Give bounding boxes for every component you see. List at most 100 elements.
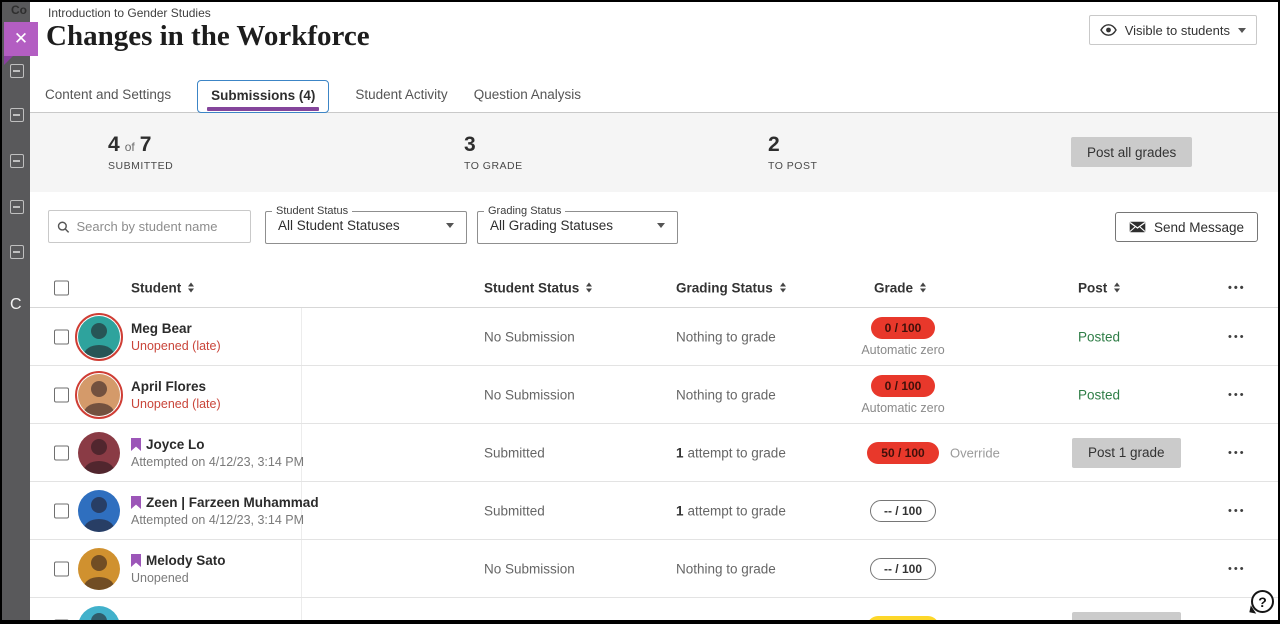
student-status-filter-label: Student Status <box>272 205 352 217</box>
row-checkbox[interactable] <box>54 445 69 460</box>
select-all-checkbox[interactable] <box>54 280 69 295</box>
student-cell[interactable]: Melody Sato Unopened <box>131 553 226 585</box>
student-cell[interactable]: Joyce Lo Attempted on 4/12/23, 3:14 PM <box>131 437 304 469</box>
column-header-post[interactable]: Post <box>1078 280 1120 295</box>
tab-content-and-settings[interactable]: Content and Settings <box>45 79 171 110</box>
close-panel-button[interactable]: ✕ <box>4 22 38 56</box>
calendar-icon[interactable] <box>10 64 24 78</box>
chevron-down-icon <box>446 223 454 228</box>
chevron-down-icon <box>657 223 665 228</box>
student-status-value: No Submission <box>484 561 575 576</box>
grading-status-value: 1attempt to grade <box>676 503 786 518</box>
pencil-icon[interactable] <box>10 200 24 214</box>
student-name: Arden Tuomala <box>131 619 228 620</box>
visibility-dropdown[interactable]: Visible to students <box>1089 15 1257 45</box>
grade-cell: 0 / 100 Automatic zero <box>837 317 969 357</box>
row-options-icon[interactable]: ••• <box>1228 389 1246 401</box>
grading-status-value: Nothing to grade <box>676 387 776 402</box>
row-checkbox[interactable] <box>54 329 69 344</box>
row-checkbox[interactable] <box>54 619 69 620</box>
stat-to-grade: 3 TO GRADE <box>464 133 523 172</box>
grading-status-value: Nothing to grade <box>676 619 776 620</box>
grade-cell: -- / 100 <box>837 500 969 522</box>
student-name: Melody Sato <box>146 553 226 568</box>
submissions-panel: Introduction to Gender Studies Changes i… <box>30 2 1278 620</box>
grading-status-value: Nothing to grade <box>676 561 776 576</box>
course-sidebar: Co C <box>2 2 30 620</box>
table-row: April Flores Unopened (late) No Submissi… <box>30 366 1278 424</box>
table-options-icon[interactable]: ••• <box>1228 282 1246 294</box>
column-header-post-label: Post <box>1078 280 1107 295</box>
column-header-grade-label: Grade <box>874 280 913 295</box>
submitted-total: 7 <box>140 133 152 157</box>
to-post-label: TO POST <box>768 160 817 172</box>
send-message-button[interactable]: Send Message <box>1115 212 1258 242</box>
to-post-count: 2 <box>768 133 780 157</box>
chevron-down-icon <box>1238 28 1246 33</box>
grading-status-filter[interactable]: Grading Status All Grading Statuses <box>477 205 678 244</box>
column-header-student[interactable]: Student <box>131 280 194 295</box>
stat-submitted: 4 of 7 SUBMITTED <box>108 133 173 172</box>
gradebook-icon[interactable] <box>10 154 24 168</box>
table-row: Zeen | Farzeen Muhammad Attempted on 4/1… <box>30 482 1278 540</box>
row-checkbox[interactable] <box>54 387 69 402</box>
student-status-filter[interactable]: Student Status All Student Statuses <box>265 205 467 244</box>
sort-icon <box>188 283 194 293</box>
post-grade-button[interactable]: Post 1 grade <box>1072 438 1181 468</box>
posted-status: Posted <box>1078 387 1120 402</box>
tab-question-analysis[interactable]: Question Analysis <box>474 79 581 110</box>
sort-icon <box>920 283 926 293</box>
help-button[interactable]: ? <box>1251 590 1274 613</box>
calculator-icon[interactable] <box>10 108 24 122</box>
grade-pill[interactable]: -- / 100 <box>870 500 936 522</box>
grading-status-value: 1attempt to grade <box>676 445 786 460</box>
sidebar-clipped-text: Co <box>11 3 27 17</box>
student-status-value: No Submission <box>484 387 575 402</box>
grade-cell: 70 / 100 <box>837 616 969 621</box>
tab-submissions[interactable]: Submissions (4) <box>197 80 329 113</box>
column-header-student-status[interactable]: Student Status <box>484 280 592 295</box>
table-row: Arden Tuomala Submitted Nothing to grade… <box>30 598 1278 620</box>
search-input[interactable] <box>77 219 242 234</box>
grade-note: Automatic zero <box>861 401 944 415</box>
submitted-of: of <box>125 140 135 154</box>
student-name: Joyce Lo <box>146 437 205 452</box>
tab-bar: Content and Settings Submissions (4) Stu… <box>30 77 1278 113</box>
stats-bar: 4 of 7 SUBMITTED 3 TO GRADE 2 TO POST Po… <box>30 113 1278 192</box>
student-cell[interactable]: Zeen | Farzeen Muhammad Attempted on 4/1… <box>131 495 319 527</box>
column-header-grading-status-label: Grading Status <box>676 280 773 295</box>
printer-icon[interactable] <box>10 245 24 259</box>
sidebar-clipped-letter: C <box>10 296 22 314</box>
grade-pill[interactable]: 50 / 100 <box>867 442 938 464</box>
grade-pill[interactable]: 0 / 100 <box>871 375 936 397</box>
grade-pill[interactable]: 0 / 100 <box>871 317 936 339</box>
column-header-grading-status[interactable]: Grading Status <box>676 280 786 295</box>
student-search[interactable] <box>48 210 251 243</box>
column-header-grade[interactable]: Grade <box>874 280 926 295</box>
student-cell[interactable]: Meg Bear Unopened (late) <box>131 321 221 353</box>
sort-icon <box>586 283 592 293</box>
student-cell[interactable]: Arden Tuomala <box>131 619 228 620</box>
row-checkbox[interactable] <box>54 561 69 576</box>
grading-status-value: Nothing to grade <box>676 329 776 344</box>
row-options-icon[interactable]: ••• <box>1228 505 1246 517</box>
app-window: Co C ✕ Introduction to Gender Studies Ch… <box>2 2 1278 620</box>
avatar <box>78 548 120 590</box>
search-icon <box>57 220 70 234</box>
row-checkbox[interactable] <box>54 503 69 518</box>
row-options-icon[interactable]: ••• <box>1228 563 1246 575</box>
visibility-label: Visible to students <box>1125 23 1230 38</box>
to-grade-label: TO GRADE <box>464 160 523 172</box>
row-options-icon[interactable]: ••• <box>1228 447 1246 459</box>
table-row: Joyce Lo Attempted on 4/12/23, 3:14 PM S… <box>30 424 1278 482</box>
student-name: Zeen | Farzeen Muhammad <box>146 495 319 510</box>
post-all-grades-button[interactable]: Post all grades <box>1071 137 1192 167</box>
tab-student-activity[interactable]: Student Activity <box>355 79 447 110</box>
grade-pill[interactable]: 70 / 100 <box>867 616 938 621</box>
row-options-icon[interactable]: ••• <box>1228 331 1246 343</box>
post-grade-button[interactable]: Post 1 grade <box>1072 612 1181 621</box>
grade-pill[interactable]: -- / 100 <box>870 558 936 580</box>
student-cell[interactable]: April Flores Unopened (late) <box>131 379 221 411</box>
bookmark-flag-icon <box>131 496 141 509</box>
grading-status-filter-label: Grading Status <box>484 205 565 217</box>
